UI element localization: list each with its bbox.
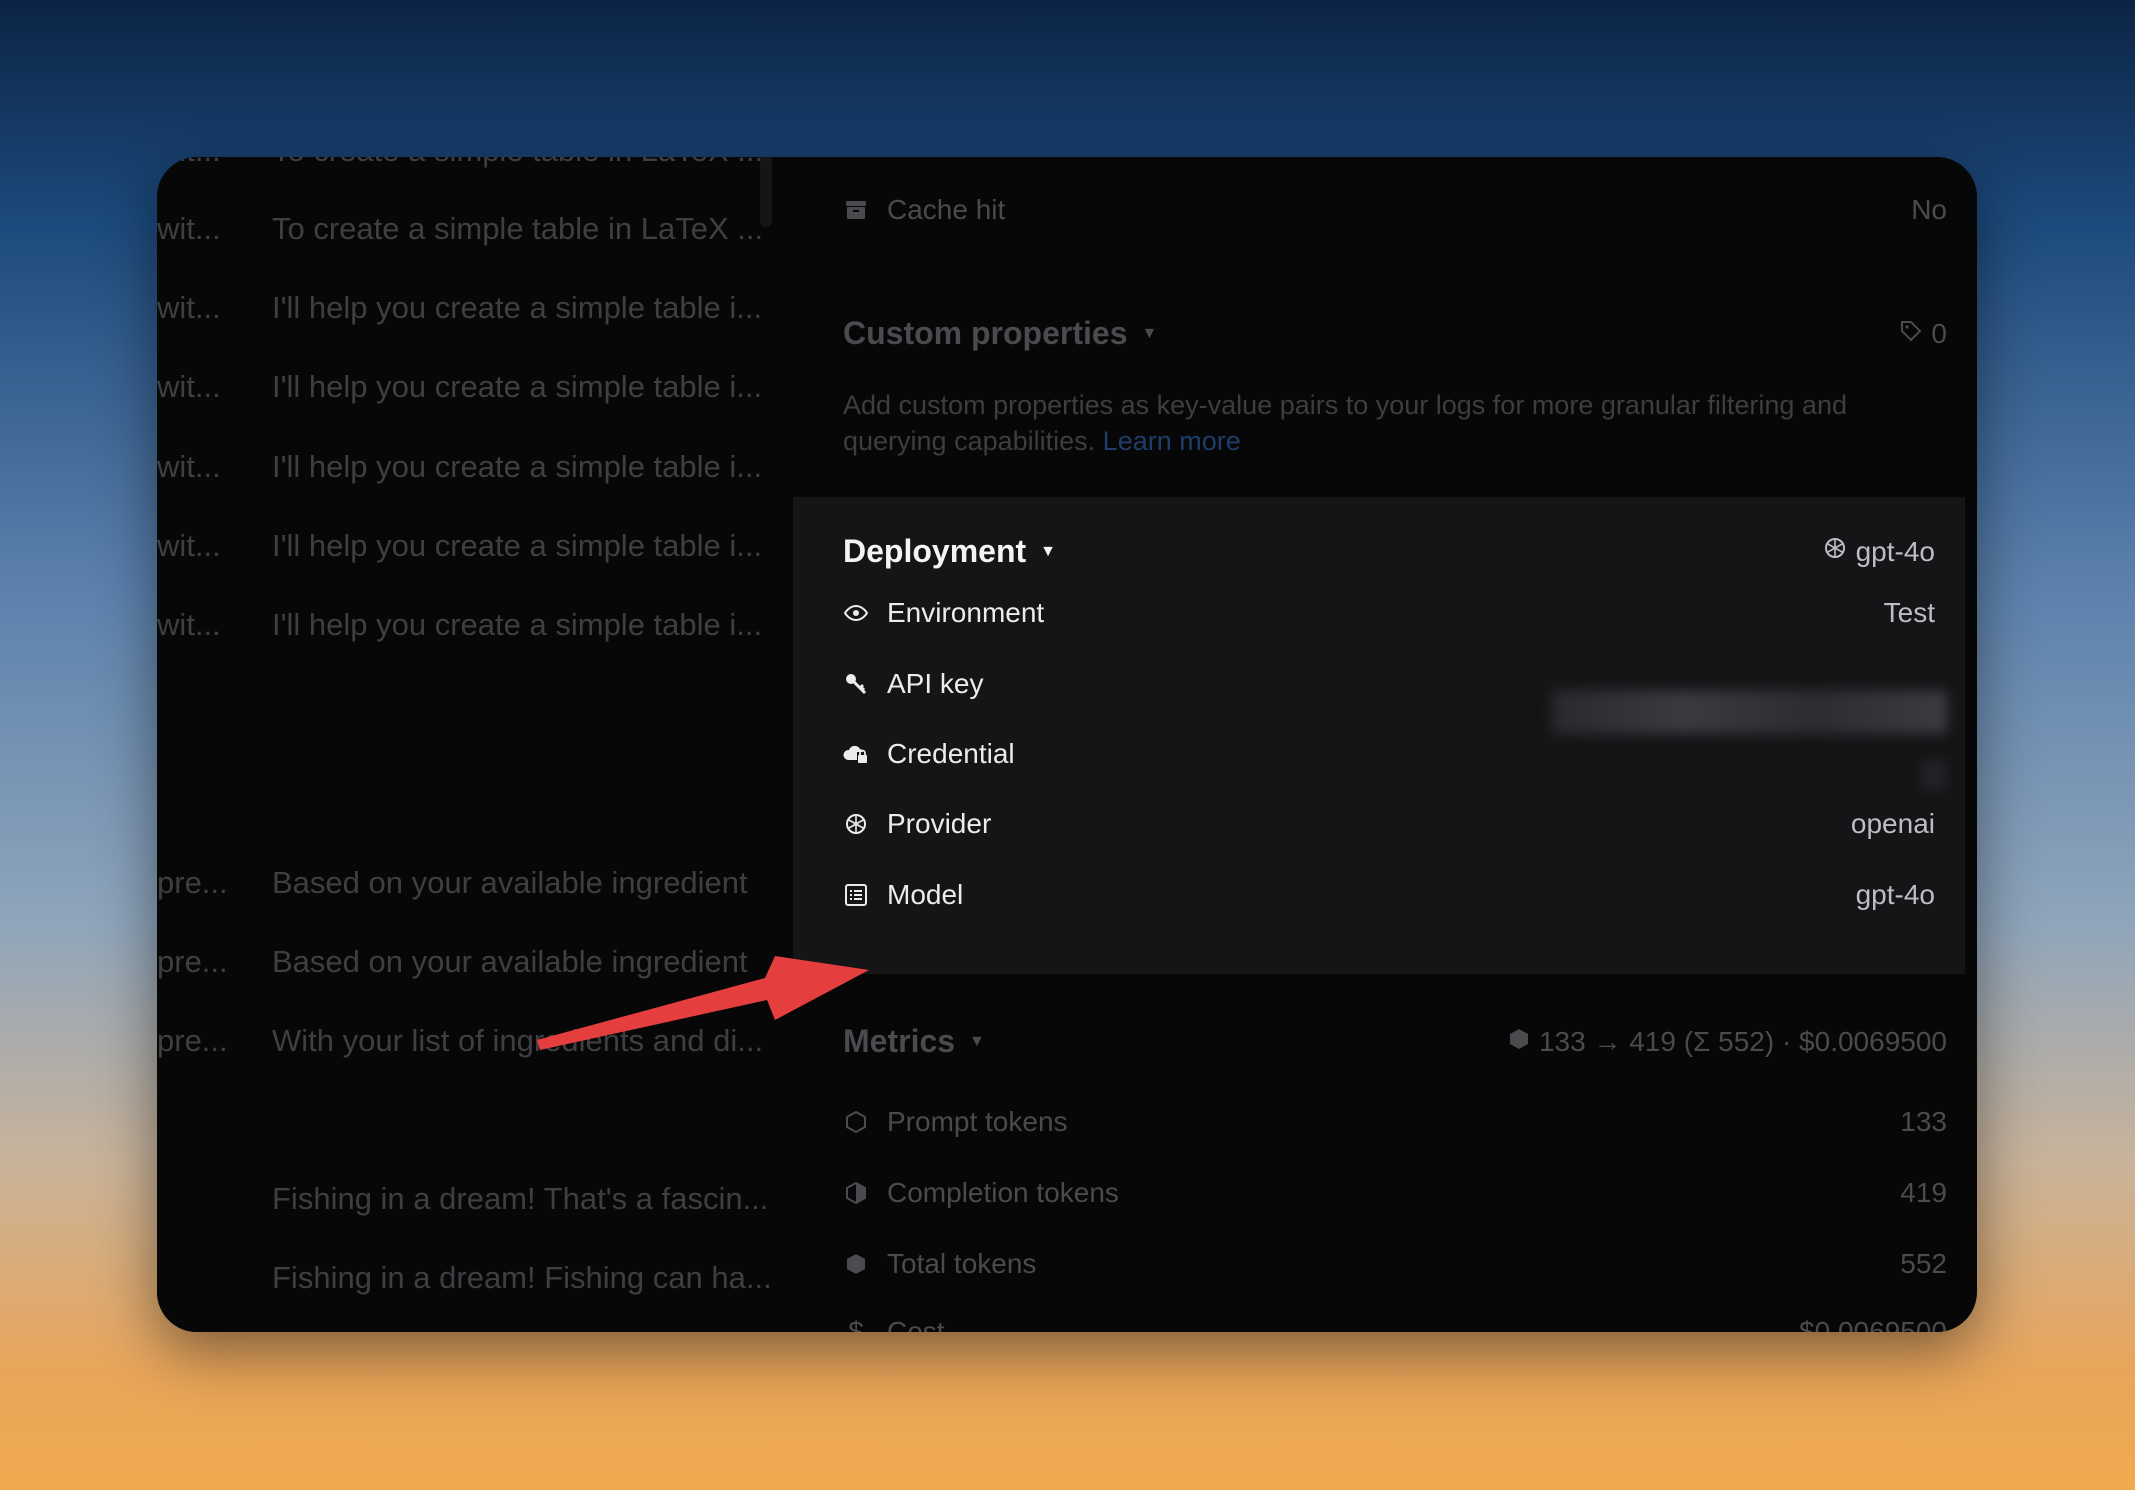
- list-item-preview: I'll help you create a simple table i...: [272, 607, 763, 642]
- log-list: wit... To create a simple table in LaTeX…: [157, 157, 777, 1332]
- cache-hit-row: Cache hit No: [843, 190, 1947, 230]
- hexagon-outline-icon: [843, 1109, 869, 1135]
- list-item-preview: Fishing in a dream! That's a fascin...: [272, 1181, 769, 1216]
- eye-icon: [843, 600, 869, 626]
- provider-label: Provider: [887, 808, 992, 839]
- list-item-preview: I'll help you create a simple table i...: [272, 528, 763, 563]
- prompt-tokens-value: 133: [1900, 1106, 1947, 1137]
- model-badge-text: gpt-4o: [1855, 535, 1935, 567]
- learn-more-link[interactable]: Learn more: [1103, 426, 1241, 456]
- archive-icon: [843, 197, 869, 223]
- caret-down-icon: ▼: [1141, 324, 1158, 342]
- credential-row: Credential: [843, 734, 1935, 774]
- custom-properties-header[interactable]: Custom properties ▼ 0: [843, 315, 1947, 352]
- annotation-arrow: [537, 956, 869, 1050]
- key-icon: [843, 671, 869, 697]
- provider-value: openai: [1850, 808, 1935, 839]
- total-tokens-value: 552: [1900, 1248, 1947, 1279]
- list-item-type: pre...: [157, 944, 228, 979]
- caret-down-icon: ▼: [1040, 542, 1056, 560]
- list-item-preview: Fishing in a dream! Fishing can ha...: [272, 1260, 772, 1295]
- list-item[interactable]: wit... To create a simple table in LaTeX…: [157, 209, 777, 249]
- completion-tokens-label: Completion tokens: [887, 1177, 1119, 1208]
- cache-hit-value: No: [1911, 194, 1947, 225]
- api-key-redacted: [1552, 690, 1947, 734]
- description-text: Add custom properties as key-value pairs…: [843, 390, 1847, 456]
- environment-value: Test: [1883, 597, 1935, 628]
- list-item-type: wit...: [157, 157, 237, 169]
- section-title: Deployment: [843, 533, 1027, 569]
- deployment-section: Deployment ▼ gpt-4o Environment Test API…: [793, 497, 1965, 974]
- cache-hit-label: Cache hit: [887, 194, 1006, 225]
- metrics-summary: 133 → 419 (Σ 552) · $0.0069500: [1507, 1026, 1947, 1058]
- environment-label: Environment: [887, 597, 1045, 628]
- model-value: gpt-4o: [1855, 879, 1935, 910]
- completion-tokens-row: Completion tokens 419: [843, 1173, 1947, 1213]
- hexagon-icon: [843, 1251, 869, 1277]
- credential-label: Credential: [887, 738, 1015, 769]
- list-item-type: wit...: [157, 369, 221, 404]
- section-title: Custom properties: [843, 315, 1128, 351]
- metrics-header[interactable]: Metrics ▼ 133 → 419 (Σ 552) · $0.0069500: [843, 1023, 1947, 1060]
- details-panel: Cache hit No Custom properties ▼ 0 Add c…: [793, 157, 1977, 1332]
- list-item-type: wit...: [157, 607, 221, 642]
- credential-redacted: [1921, 760, 1947, 790]
- deployment-header[interactable]: Deployment ▼ gpt-4o: [843, 533, 1935, 570]
- list-item[interactable]: pre... Based on your available ingredien…: [157, 863, 777, 903]
- dollar-icon: $: [848, 1316, 864, 1332]
- list-item[interactable]: Fishing in a dream! Fishing can ha...: [157, 1258, 777, 1298]
- properties-count: 0: [1899, 318, 1947, 350]
- list-item-preview: To create a simple table in LaTeX ...: [272, 157, 772, 169]
- list-item-preview: I'll help you create a simple table i...: [272, 290, 763, 325]
- list-item-type: wit...: [157, 211, 221, 246]
- environment-row: Environment Test: [843, 593, 1935, 633]
- completion-tokens-value: 419: [1900, 1177, 1947, 1208]
- list-item[interactable]: wit... I'll help you create a simple tab…: [157, 367, 777, 407]
- list-item-type: wit...: [157, 290, 221, 325]
- tag-icon: [1899, 318, 1923, 350]
- list-item[interactable]: wit... I'll help you create a simple tab…: [157, 526, 777, 566]
- list-item[interactable]: wit... To create a simple table in LaTeX…: [157, 157, 777, 171]
- prompt-tokens-row: Prompt tokens 133: [843, 1102, 1947, 1142]
- list-item-preview: To create a simple table in LaTeX ...: [272, 211, 764, 246]
- model-row: Model gpt-4o: [843, 875, 1935, 915]
- list-icon: [843, 882, 869, 908]
- provider-row: Provider openai: [843, 804, 1935, 844]
- list-item[interactable]: wit... I'll help you create a simple tab…: [157, 288, 777, 328]
- deployment-model-badge: gpt-4o: [1822, 535, 1935, 568]
- list-item-preview: I'll help you create a simple table i...: [272, 449, 763, 484]
- metrics-summary-text: 133 → 419 (Σ 552) · $0.0069500: [1538, 1025, 1947, 1057]
- cost-row: $ Cost $0.0069500: [843, 1312, 1947, 1332]
- app-window: wit... To create a simple table in LaTeX…: [157, 157, 1977, 1332]
- model-label: Model: [887, 879, 964, 910]
- list-item-preview: Based on your available ingredient: [272, 865, 748, 900]
- list-item[interactable]: wit... I'll help you create a simple tab…: [157, 605, 777, 645]
- api-key-label: API key: [887, 668, 984, 699]
- list-item-type: pre...: [157, 865, 228, 900]
- total-tokens-label: Total tokens: [887, 1248, 1037, 1279]
- openai-icon: [1822, 535, 1848, 568]
- list-item-type: wit...: [157, 528, 221, 563]
- hexagon-half-icon: [843, 1180, 869, 1206]
- list-item[interactable]: Fishing in a dream! That's a fascin...: [157, 1179, 777, 1219]
- cost-value: $0.0069500: [1799, 1316, 1947, 1332]
- list-item-preview: I'll help you create a simple table i...: [272, 369, 763, 404]
- total-tokens-row: Total tokens 552: [843, 1244, 1947, 1284]
- custom-properties-description: Add custom properties as key-value pairs…: [843, 387, 1917, 459]
- properties-count-value: 0: [1931, 317, 1947, 349]
- caret-down-icon: ▼: [969, 1032, 985, 1050]
- hexagon-icon: [1507, 1026, 1531, 1058]
- cost-label: Cost: [887, 1316, 945, 1332]
- prompt-tokens-label: Prompt tokens: [887, 1106, 1068, 1137]
- list-item[interactable]: wit... I'll help you create a simple tab…: [157, 447, 777, 487]
- list-item-type: wit...: [157, 449, 221, 484]
- cloud-lock-icon: [843, 741, 869, 767]
- list-item-type: pre...: [157, 1023, 228, 1058]
- openai-icon: [843, 811, 869, 837]
